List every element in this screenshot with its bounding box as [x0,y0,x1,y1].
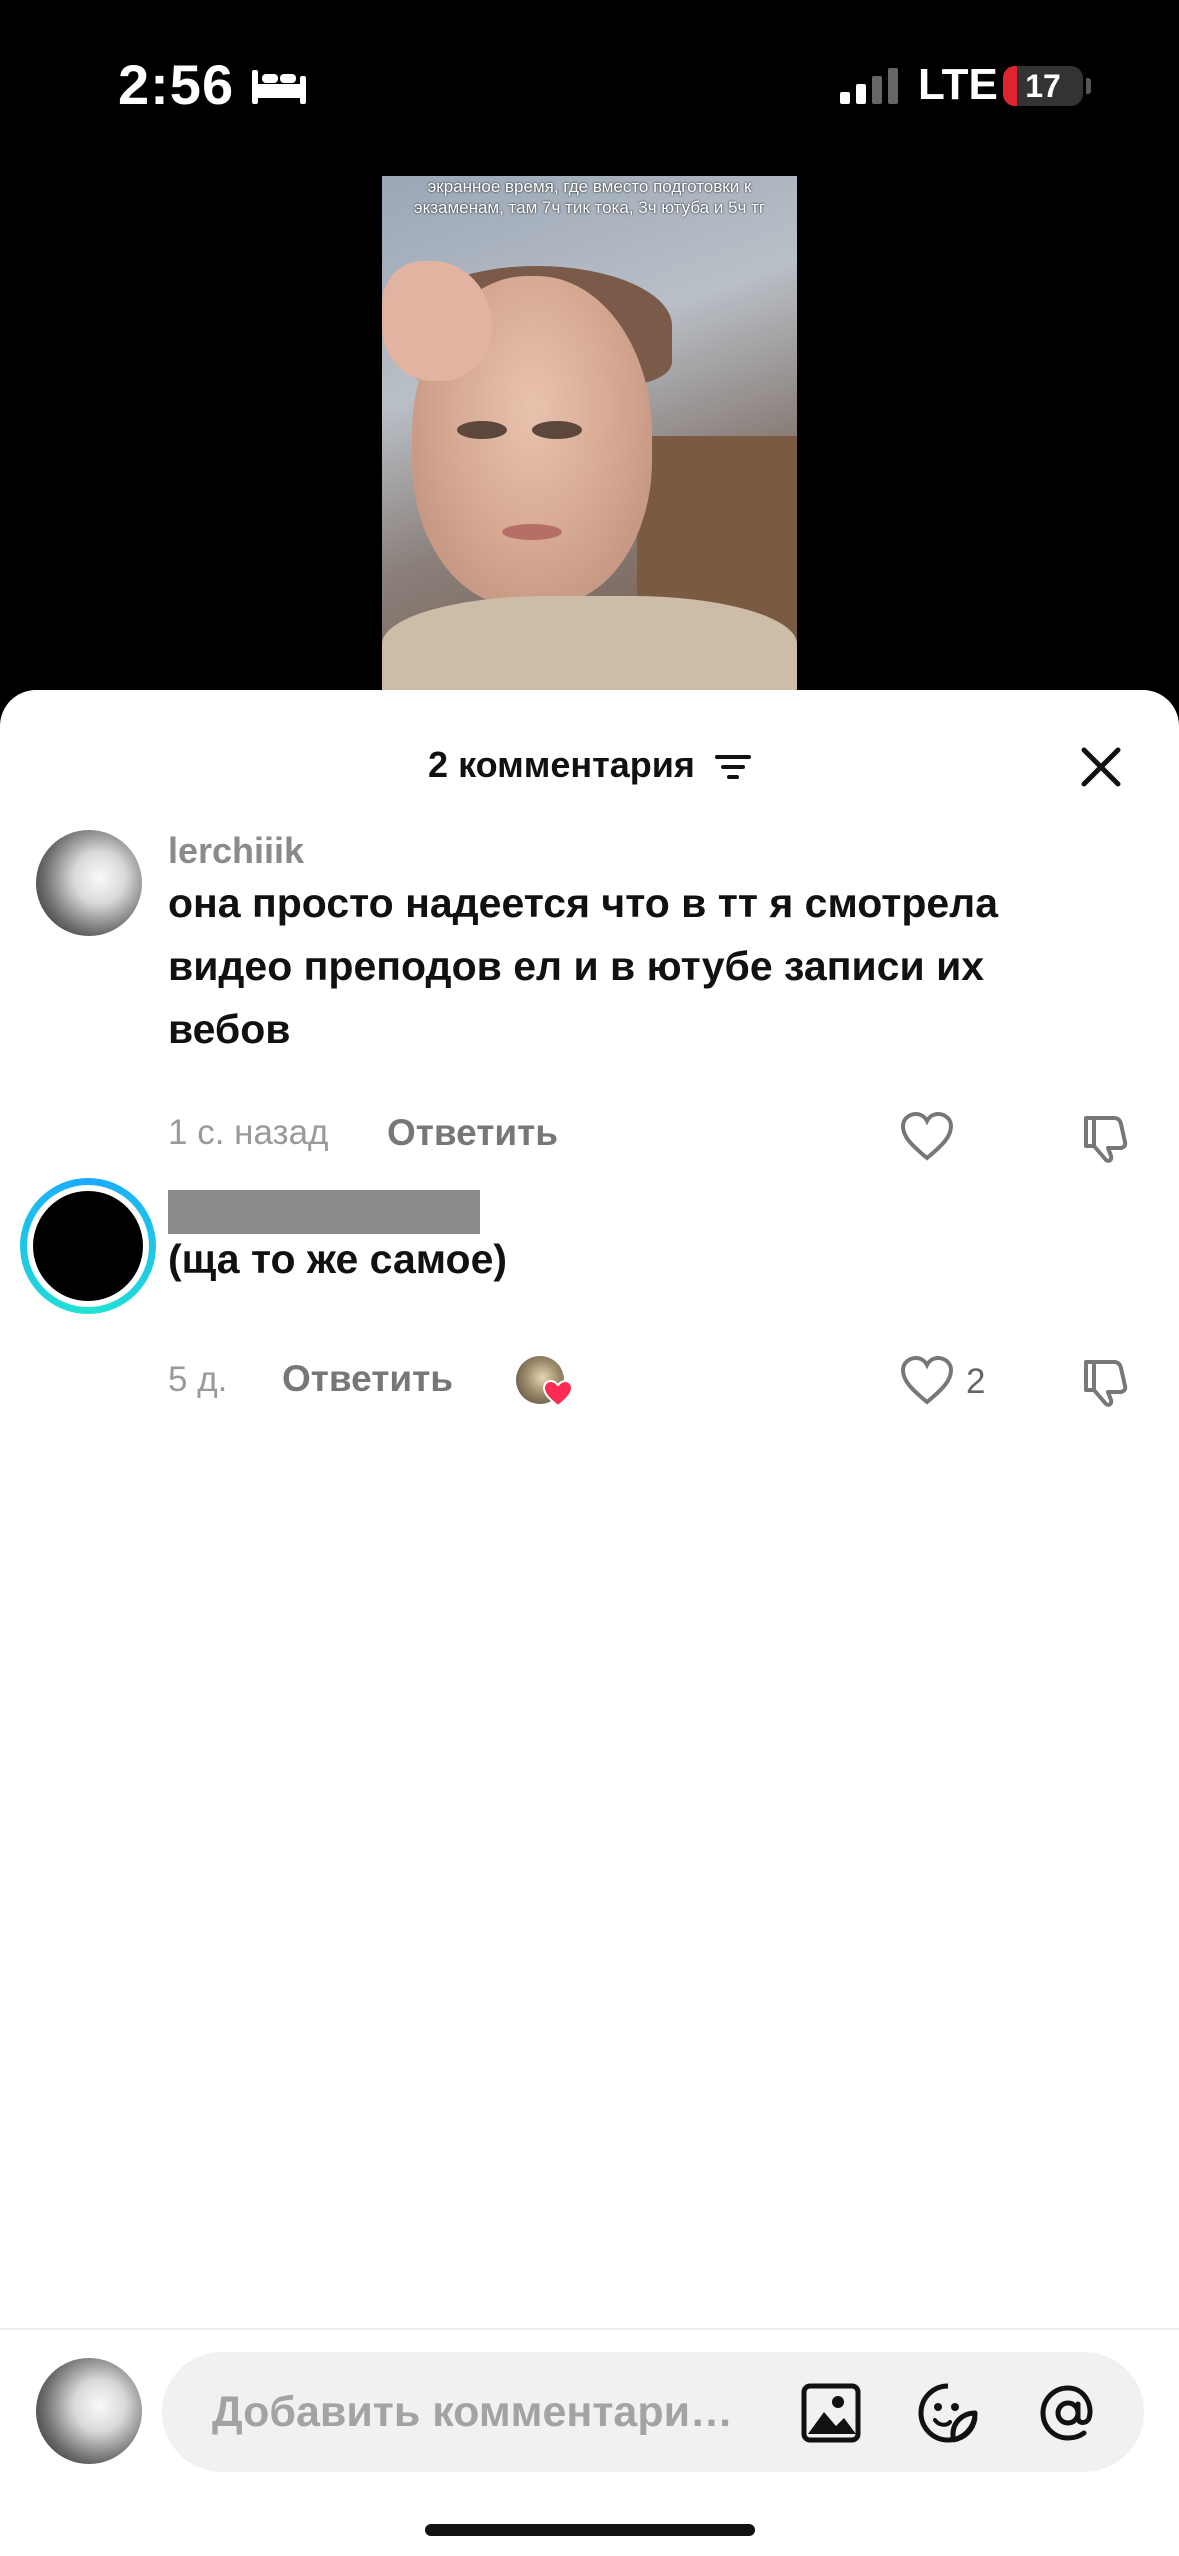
comment-text-line: видео преподов ел и в ютубе записи их [168,943,985,989]
comments-title-row: 2 комментария [0,744,1179,786]
like-count: 2 [966,1362,986,1401]
video-preview[interactable]: экранное время, где вместо подготовки к … [382,176,797,696]
reply-button[interactable]: Ответить [282,1358,453,1400]
video-mouth [502,524,562,540]
comment-timestamp: 5 д. [168,1360,228,1399]
comment-text-line: она просто надеется что в тт я смотрела [168,880,999,926]
comment-timestamp: 1 с. назад [168,1113,329,1152]
avatar-ring-gap [27,1185,149,1307]
current-user-avatar [36,2358,142,2464]
battery-level: 17 [1025,68,1061,104]
comments-count-title: 2 комментария [428,744,695,785]
comment-item: lerchiiik она просто надеется что в тт я… [0,830,1179,1163]
video-eye [457,421,507,439]
video-shirt [382,596,797,696]
reply-button[interactable]: Ответить [387,1112,558,1154]
comment-input-bar[interactable] [162,2352,1144,2472]
comment-input[interactable] [212,2352,752,2472]
input-divider [0,2328,1179,2330]
signal-icon [840,68,898,104]
creator-heart-icon [543,1380,573,1408]
comment-item: (ща то же самое) 5 д. Ответить 2 [0,1178,1179,1408]
comment-text-line: (ща то же самое) [168,1236,508,1282]
video-eye [532,421,582,439]
comments-sheet: 2 комментария lerchiiik она просто надее… [0,690,1179,2556]
sort-icon[interactable] [714,753,751,781]
dislike-icon[interactable] [1080,1356,1132,1408]
status-time: 2:56 [118,53,235,116]
mention-icon[interactable] [1037,2382,1099,2444]
battery-icon: 17 [1003,66,1083,106]
sticker-icon[interactable] [917,2382,979,2444]
avatar[interactable] [36,830,142,936]
dislike-icon[interactable] [1080,1112,1132,1164]
comment-username[interactable]: lerchiiik [168,830,304,872]
close-icon[interactable] [1080,746,1122,788]
home-indicator[interactable] [425,2524,755,2536]
video-caption: экранное время, где вместо подготовки к … [413,177,766,217]
heart-icon[interactable] [900,1356,954,1406]
heart-icon[interactable] [900,1112,954,1162]
bed-icon [252,70,306,104]
status-bar: 2:56 LTE 17 [0,0,1179,170]
avatar-story-ring[interactable] [20,1178,156,1314]
image-icon[interactable] [800,2382,862,2444]
network-type: LTE [918,60,998,109]
avatar [33,1191,143,1301]
sheet-header: 2 комментария [0,726,1179,806]
battery-nub [1086,78,1091,94]
comment-text-line: вебов [168,1006,291,1052]
